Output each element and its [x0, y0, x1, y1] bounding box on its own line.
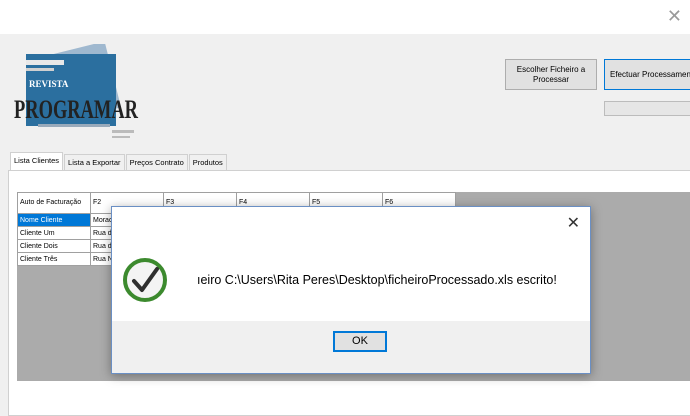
grid-cell[interactable]: Cliente Três — [17, 252, 91, 266]
tab-produtos[interactable]: Produtos — [188, 154, 227, 171]
programar-logo: REVISTA PROGRAMAR — [14, 44, 138, 138]
progress-bar — [604, 101, 690, 116]
logo-top-text: REVISTA — [29, 79, 69, 89]
tab-lista-clientes[interactable]: Lista Clientes — [10, 152, 64, 171]
tab-precos-contrato[interactable]: Preços Contrato — [125, 154, 188, 171]
logo-main-text: PROGRAMAR — [14, 95, 138, 124]
dialog-close-icon[interactable]: ✕ — [567, 213, 580, 232]
grid-cell[interactable]: Cliente Um — [17, 226, 91, 240]
window-titlebar: ✕ — [0, 0, 690, 34]
process-button[interactable]: Efectuar Processamento — [604, 59, 690, 90]
message-dialog: ✕ ıeiro C:\Users\Rita Peres\Desktop\fich… — [111, 206, 591, 374]
window-close-icon[interactable]: ✕ — [667, 6, 682, 27]
success-check-icon — [123, 258, 167, 302]
grid-header-cell[interactable]: Auto de Facturação — [17, 192, 91, 214]
grid-cell[interactable]: Cliente Dois — [17, 239, 91, 253]
dialog-message: ıeiro C:\Users\Rita Peres\Desktop\fichei… — [197, 273, 557, 287]
grid-cell[interactable]: Nome Cliente — [17, 213, 91, 227]
choose-file-button[interactable]: Escolher Ficheiro a Processar — [505, 59, 597, 90]
dialog-footer: OK — [112, 321, 590, 373]
tab-lista-exportar[interactable]: Lista a Exportar — [64, 154, 125, 171]
tab-strip: Lista Clientes Lista a Exportar Preços C… — [10, 152, 228, 171]
ok-button[interactable]: OK — [333, 331, 387, 352]
